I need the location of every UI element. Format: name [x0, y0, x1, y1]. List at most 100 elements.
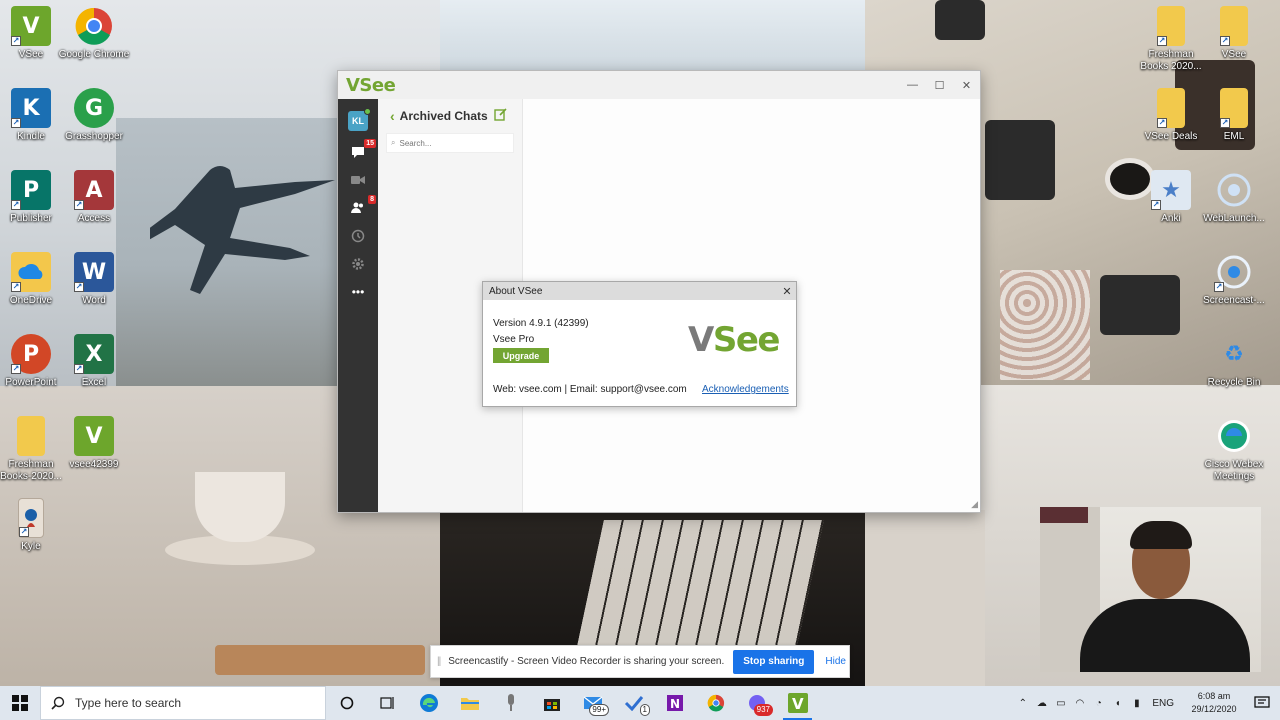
desktop-icon-freshman-books[interactable]: Freshman Books-2020...	[0, 416, 67, 483]
folder-icon: ↗	[1157, 6, 1185, 46]
avatar[interactable]: KL	[348, 108, 371, 131]
desktop-icon-kindle[interactable]: K ↗ Kindle	[0, 88, 67, 143]
wifi-icon[interactable]: ◔	[1089, 698, 1108, 709]
desktop-icon-vsee-folder[interactable]: ↗ VSee	[1198, 6, 1270, 61]
hide-button[interactable]: Hide	[825, 656, 846, 667]
webcam-person-hair	[1130, 521, 1192, 549]
wallpaper-camera	[935, 0, 985, 40]
viber-badge: 937	[753, 704, 773, 716]
upgrade-button[interactable]: Upgrade	[493, 348, 549, 363]
desktop-icon-vsee-installer[interactable]: V vsee42399	[58, 416, 130, 471]
taskbar-todo[interactable]: 1	[613, 686, 654, 720]
word-icon: W ↗	[74, 252, 114, 292]
desktop-icon-screencast[interactable]: ↗ Screencast-...	[1198, 252, 1270, 307]
wallpaper-top-tile	[440, 0, 865, 70]
search-input[interactable]	[399, 138, 500, 148]
microphone-tray-icon[interactable]: ▮	[1127, 698, 1146, 709]
sharing-message: Screencastify - Screen Video Recorder is…	[448, 656, 725, 667]
windows-icon	[12, 695, 28, 711]
close-icon[interactable]: ✕	[778, 285, 796, 298]
desktop-icon-weblaunch[interactable]: WebLaunch...	[1198, 170, 1270, 225]
cortana-button[interactable]	[326, 686, 367, 720]
onedrive-cloud-icon[interactable]: ☁	[1032, 698, 1051, 709]
chevron-up-icon[interactable]: ⌃	[1013, 698, 1032, 709]
wallpaper-camera	[1100, 275, 1180, 335]
webex-icon	[1214, 416, 1254, 456]
maximize-button[interactable]: ☐	[926, 71, 953, 99]
taskbar-store[interactable]	[531, 686, 572, 720]
desktop-icon-chrome[interactable]: Google Chrome	[58, 6, 130, 61]
wallpaper-floor-tile	[865, 510, 985, 686]
search-icon	[51, 696, 65, 710]
taskbar-chrome[interactable]	[695, 686, 736, 720]
search-placeholder: Type here to search	[75, 696, 182, 710]
clock[interactable]: 6:08 am 29/12/2020	[1184, 690, 1244, 716]
desktop-icon-eml[interactable]: ↗ EML	[1198, 88, 1270, 143]
panel-title: Archived Chats	[399, 109, 488, 123]
desktop-icon-grasshopper[interactable]: G Grasshopper	[58, 88, 130, 143]
about-dialog-title: About VSee	[489, 285, 543, 297]
desktop-icon-excel[interactable]: X ↗ Excel	[58, 334, 130, 389]
minimize-button[interactable]: —	[899, 71, 926, 99]
history-icon[interactable]	[348, 229, 368, 243]
taskbar-vsee[interactable]: V	[777, 686, 818, 720]
vsee-app-icon: V ↗	[11, 6, 51, 46]
gear-icon[interactable]	[348, 257, 368, 271]
start-button[interactable]	[0, 686, 40, 720]
contacts-icon[interactable]: 8	[348, 195, 376, 215]
onedrive-icon: ↗	[11, 252, 51, 292]
desktop-icon-powerpoint[interactable]: P ↗ PowerPoint	[0, 334, 67, 389]
taskbar-microphone-app[interactable]	[490, 686, 531, 720]
desktop-icon-access[interactable]: A ↗ Access	[58, 170, 130, 225]
vsee-logo: VSee	[688, 320, 780, 360]
svg-text:V: V	[792, 695, 804, 713]
desktop-icon-word[interactable]: W ↗ Word	[58, 252, 130, 307]
folder-icon: ↗	[1220, 6, 1248, 46]
desktop-icon-onedrive[interactable]: ↗ OneDrive	[0, 252, 67, 307]
vsee-app-icon: V	[74, 416, 114, 456]
taskbar-file-explorer[interactable]	[449, 686, 490, 720]
taskbar-onenote[interactable]: N	[654, 686, 695, 720]
edge-icon	[419, 694, 438, 712]
desktop-icon-publisher[interactable]: P ↗ Publisher	[0, 170, 67, 225]
taskbar-search[interactable]: Type here to search	[40, 686, 326, 720]
notification-center-button[interactable]	[1244, 696, 1280, 710]
about-dialog: About VSee ✕ Version 4.9.1 (42399) Vsee …	[482, 281, 797, 407]
compose-icon[interactable]	[494, 108, 507, 124]
folder-icon	[460, 698, 479, 710]
language-indicator[interactable]: ENG	[1152, 698, 1174, 709]
acknowledgements-link[interactable]: Acknowledgements	[702, 384, 789, 395]
desktop-icon-vsee-deals[interactable]: ↗ VSee Deals	[1135, 88, 1207, 143]
about-dialog-titlebar[interactable]: About VSee ✕	[483, 282, 796, 300]
desktop-icon-cisco-webex[interactable]: Cisco Webex Meetings	[1198, 416, 1270, 483]
back-chevron-icon[interactable]: ‹	[390, 108, 395, 124]
desktop-icon-recycle-bin[interactable]: ♻ Recycle Bin	[1198, 334, 1270, 389]
stop-sharing-button[interactable]: Stop sharing	[733, 649, 815, 674]
resize-grip-icon[interactable]: ◢	[971, 499, 978, 510]
battery-icon[interactable]: ▭	[1051, 698, 1070, 709]
chat-icon[interactable]: 15	[348, 139, 376, 159]
folder-icon: ↗	[1220, 88, 1248, 128]
volume-icon[interactable]: ◖	[1108, 698, 1127, 709]
drag-handle-icon[interactable]: ||	[437, 656, 441, 667]
network-icon[interactable]: ◠	[1070, 698, 1089, 709]
chat-search[interactable]: ⌕	[386, 133, 514, 153]
anki-icon: ★ ↗	[1151, 170, 1191, 210]
desktop-icon-vsee[interactable]: V ↗ VSee	[0, 6, 67, 61]
desktop-icon-freshman-books-2[interactable]: ↗ Freshman Books 2020...	[1135, 6, 1207, 73]
wallpaper-piano-keys	[576, 520, 824, 650]
chat-badge: 15	[364, 139, 376, 148]
taskbar-mail[interactable]: 99+	[572, 686, 613, 720]
publisher-icon: P ↗	[11, 170, 51, 210]
vsee-titlebar[interactable]: VSee — ☐ ✕	[338, 71, 980, 99]
taskbar-viber[interactable]: 937	[736, 686, 777, 720]
taskbar-edge[interactable]	[408, 686, 449, 720]
desktop-icon-kyle[interactable]: ↗ Kyle	[0, 498, 67, 553]
more-icon[interactable]: •••	[348, 285, 368, 299]
webcam-overlay	[1040, 507, 1261, 672]
video-icon[interactable]	[348, 173, 368, 187]
task-view-button[interactable]	[367, 686, 408, 720]
close-button[interactable]: ✕	[953, 71, 980, 99]
desktop-icon-anki[interactable]: ★ ↗ Anki	[1135, 170, 1207, 225]
access-icon: A ↗	[74, 170, 114, 210]
